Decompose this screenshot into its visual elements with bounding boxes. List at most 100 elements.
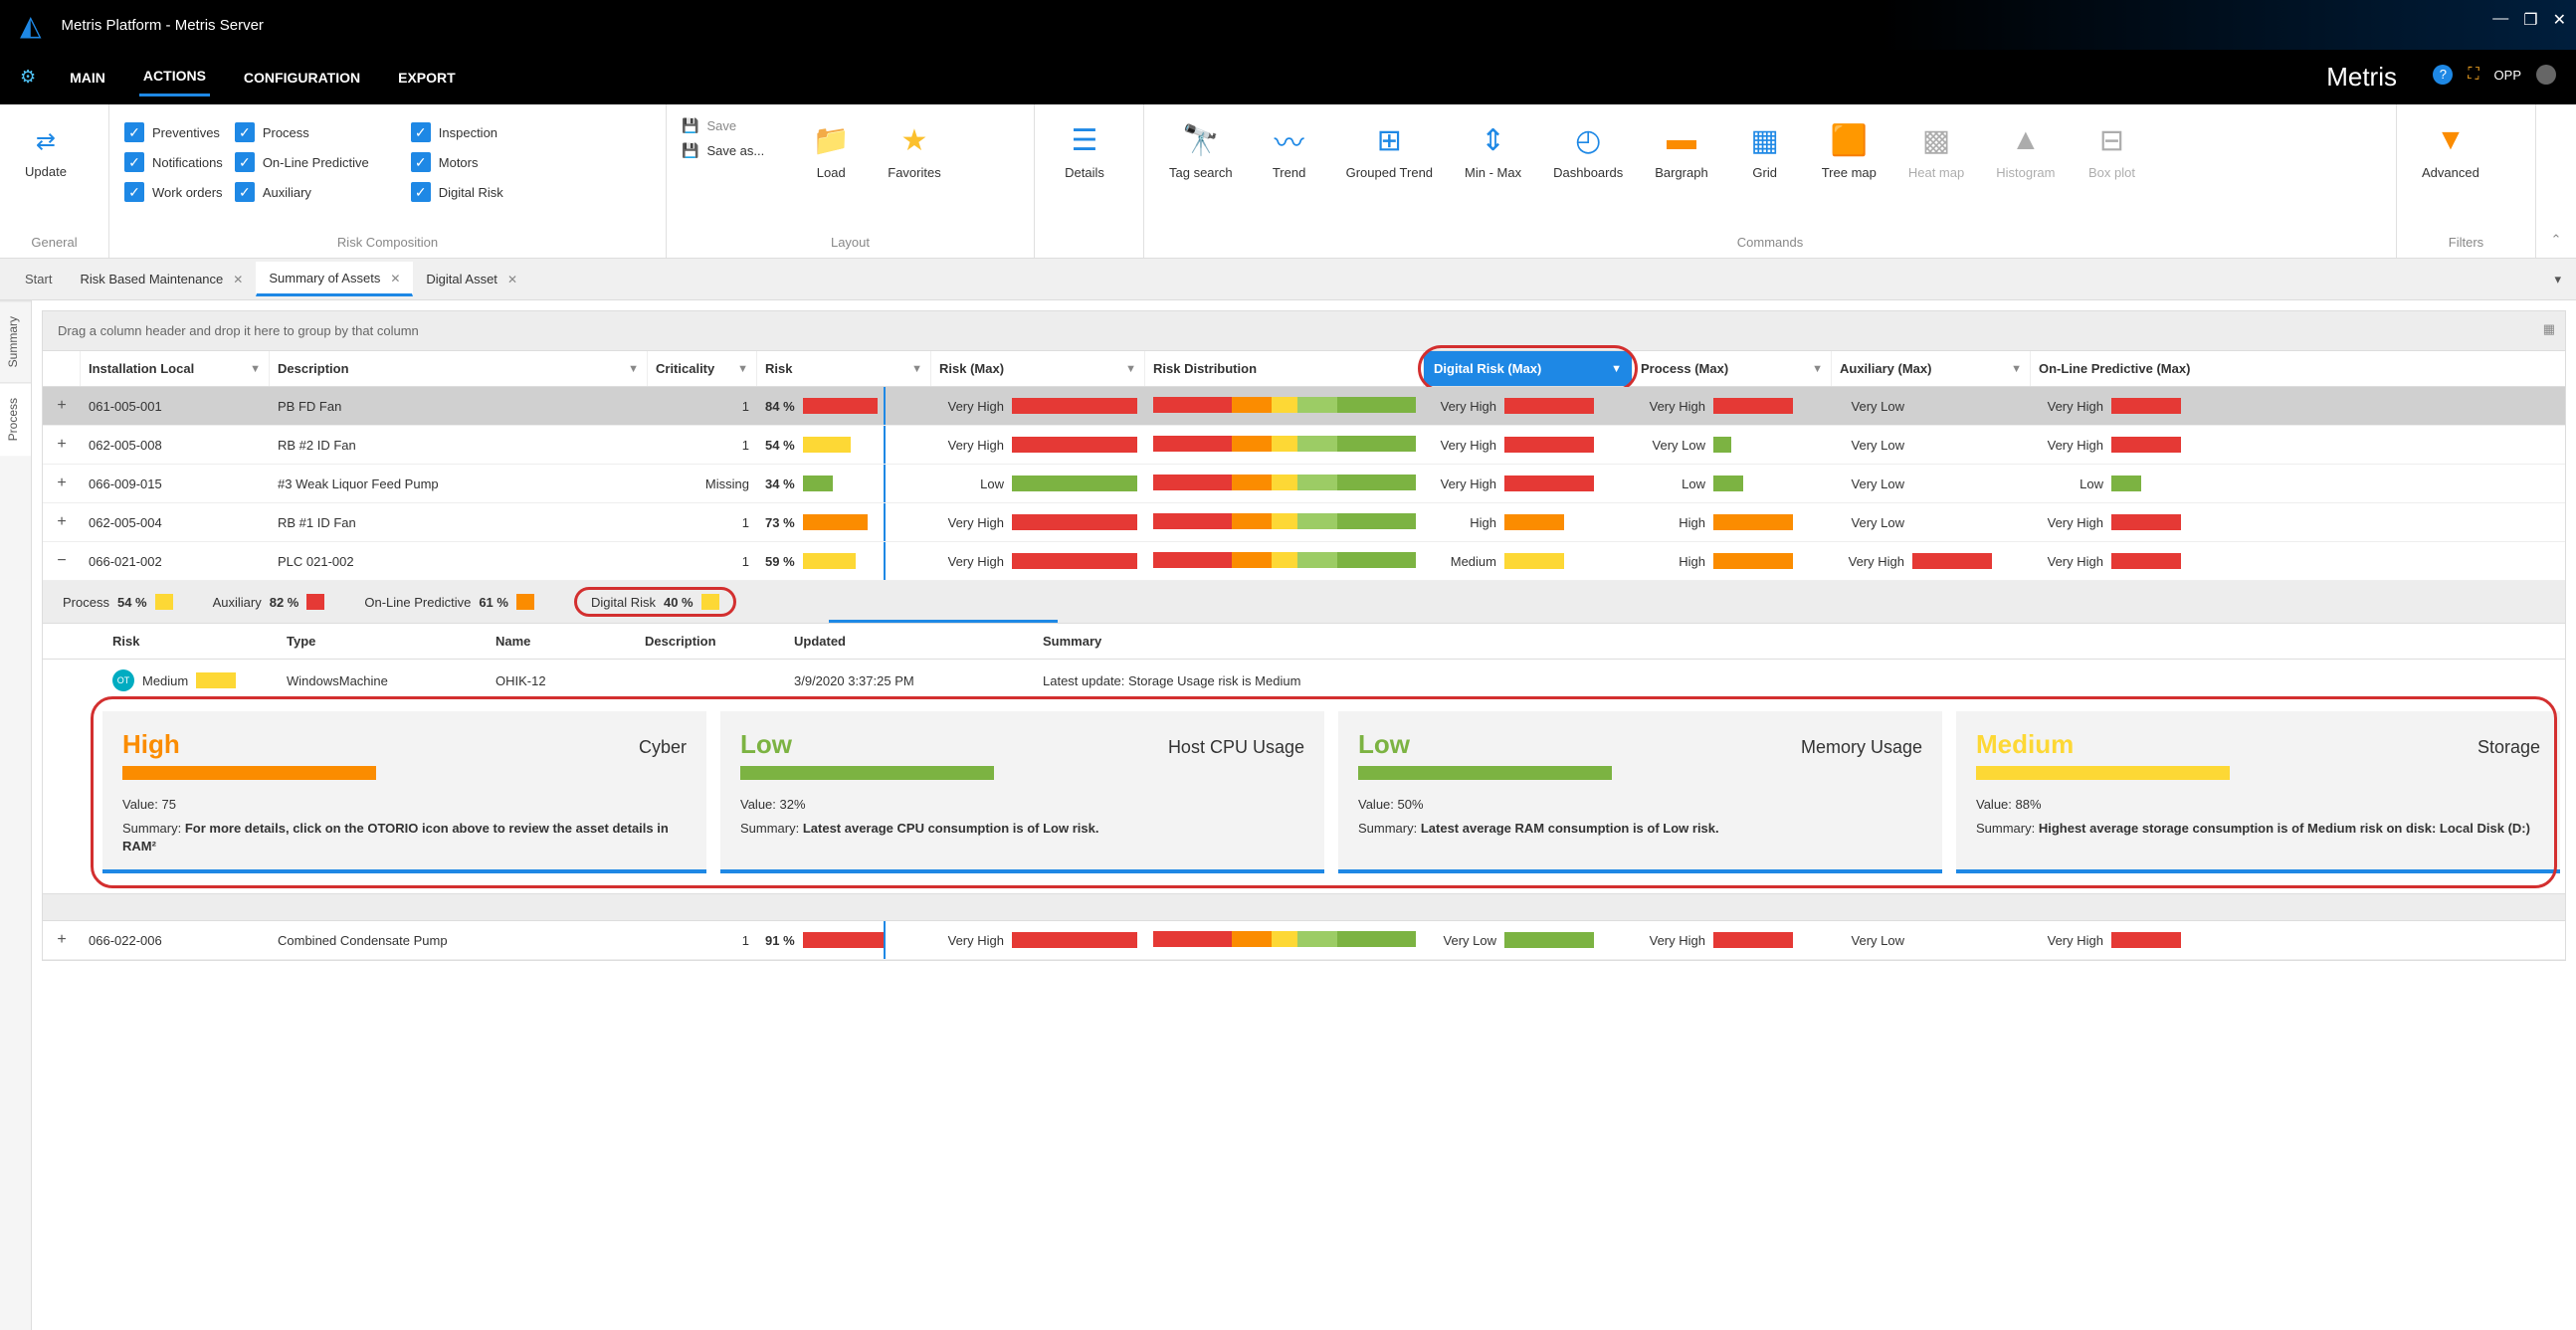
card-summary: Summary: Latest average RAM consumption …	[1358, 820, 1922, 838]
col-risk[interactable]: Risk▼	[757, 351, 931, 386]
risk-card[interactable]: MediumStorage Value: 88% Summary: Highes…	[1956, 711, 2560, 873]
expand-button[interactable]: +	[43, 503, 81, 541]
filter-icon[interactable]: ▼	[1812, 363, 1823, 375]
tab-digital-asset[interactable]: Digital Asset✕	[413, 263, 530, 295]
col-criticality[interactable]: Criticality▼	[648, 351, 757, 386]
trend-button[interactable]: 〰Trend	[1255, 117, 1324, 187]
tab-overflow-button[interactable]: ▾	[2554, 272, 2561, 287]
expand-button[interactable]: +	[43, 426, 81, 464]
check-process[interactable]: ✓Process	[235, 122, 369, 142]
expand-button[interactable]: +	[43, 387, 81, 425]
check-motors[interactable]: ✓Motors	[411, 152, 503, 172]
expand-button[interactable]: +	[43, 921, 81, 959]
help-icon[interactable]: ?	[2433, 65, 2453, 85]
fullscreen-icon[interactable]: ⛶	[2468, 66, 2478, 84]
table-row[interactable]: + 066-022-006 Combined Condensate Pump 1…	[43, 921, 2565, 960]
filter-icon[interactable]: ▼	[737, 363, 748, 375]
tab-close-icon[interactable]: ✕	[233, 273, 243, 286]
tab-start[interactable]: Start	[10, 272, 67, 286]
filter-icon[interactable]: ▼	[911, 363, 922, 375]
check-online-predictive[interactable]: ✓On-Line Predictive	[235, 152, 369, 172]
check-preventives[interactable]: ✓Preventives	[124, 122, 223, 142]
gauge-icon: ◴	[1575, 123, 1601, 157]
expand-button[interactable]: −	[43, 542, 81, 580]
risk-cards: HighCyber Value: 75 Summary: For more de…	[43, 701, 2565, 893]
grid-options-icon[interactable]: ▦	[2543, 321, 2555, 337]
refresh-icon: ⇄	[36, 127, 56, 156]
expand-button[interactable]: +	[43, 465, 81, 502]
heat-map-button[interactable]: ▩Heat map	[1898, 117, 1974, 187]
tab-close-icon[interactable]: ✕	[507, 273, 517, 286]
filter-icon[interactable]: ▼	[1125, 363, 1136, 375]
details-button[interactable]: ☰Details	[1050, 117, 1119, 187]
dcol-updated[interactable]: Updated	[779, 634, 1028, 649]
col-installation-local[interactable]: Installation Local▼	[81, 351, 270, 386]
minimize-button[interactable]: —	[2492, 10, 2508, 30]
col-digital-risk-max[interactable]: Digital Risk (Max)▼	[1424, 351, 1633, 386]
check-notifications[interactable]: ✓Notifications	[124, 152, 223, 172]
min-max-button[interactable]: ⇕Min - Max	[1455, 117, 1531, 187]
table-row[interactable]: + 061-005-001 PB FD Fan 1 84 % Very High…	[43, 387, 2565, 426]
table-row[interactable]: + 062-005-008 RB #2 ID Fan 1 54 % Very H…	[43, 426, 2565, 465]
col-online-predictive-max[interactable]: On-Line Predictive (Max)	[2031, 351, 2260, 386]
check-auxiliary[interactable]: ✓Auxiliary	[235, 182, 369, 202]
tab-close-icon[interactable]: ✕	[390, 272, 400, 285]
risk-card[interactable]: LowMemory Usage Value: 50% Summary: Late…	[1338, 711, 1942, 873]
ribbon-collapse-button[interactable]: ⌃	[2536, 104, 2576, 258]
grouped-trend-button[interactable]: ⊞Grouped Trend	[1336, 117, 1443, 187]
detail-row[interactable]: OTMedium WindowsMachine OHIK-12 3/9/2020…	[43, 660, 2565, 701]
col-risk-max[interactable]: Risk (Max)▼	[931, 351, 1145, 386]
filter-icon[interactable]: ▼	[628, 363, 639, 375]
check-digital-risk[interactable]: ✓Digital Risk	[411, 182, 503, 202]
grid-button[interactable]: ▦Grid	[1730, 117, 1800, 187]
filter-icon[interactable]: ▼	[2011, 363, 2022, 375]
bargraph-button[interactable]: ▬Bargraph	[1645, 117, 1717, 187]
menu-actions[interactable]: ACTIONS	[139, 58, 210, 96]
dcol-name[interactable]: Name	[481, 634, 630, 649]
filter-icon[interactable]: ▼	[250, 363, 261, 375]
col-process-max[interactable]: Process (Max)▼	[1633, 351, 1832, 386]
group-by-bar[interactable]: Drag a column header and drop it here to…	[42, 310, 2566, 351]
save-as-button[interactable]: 💾Save as...	[682, 142, 764, 159]
dcol-description[interactable]: Description	[630, 634, 779, 649]
restore-button[interactable]: ❐	[2523, 10, 2537, 30]
advanced-filters-button[interactable]: ▼Advanced	[2412, 117, 2489, 187]
update-button[interactable]: ⇄ Update	[15, 117, 77, 189]
save-button[interactable]: 💾Save	[682, 117, 764, 134]
dashboards-button[interactable]: ◴Dashboards	[1543, 117, 1633, 187]
col-risk-distribution[interactable]: Risk Distribution	[1145, 351, 1424, 386]
tab-risk-based-maintenance[interactable]: Risk Based Maintenance✕	[67, 263, 256, 295]
cell-install: 062-005-004	[81, 503, 270, 541]
dcol-type[interactable]: Type	[272, 634, 481, 649]
menu-configuration[interactable]: CONFIGURATION	[240, 60, 364, 95]
avatar-icon[interactable]	[2536, 65, 2556, 85]
tag-search-button[interactable]: 🔭Tag search	[1159, 117, 1243, 187]
box-plot-button[interactable]: ⊟Box plot	[2077, 117, 2146, 187]
side-tab-summary[interactable]: Summary	[0, 300, 31, 382]
close-button[interactable]: ✕	[2553, 10, 2566, 30]
risk-card[interactable]: LowHost CPU Usage Value: 32% Summary: La…	[720, 711, 1324, 873]
col-auxiliary-max[interactable]: Auxiliary (Max)▼	[1832, 351, 2031, 386]
load-button[interactable]: 📁Load	[796, 117, 866, 187]
risk-card[interactable]: HighCyber Value: 75 Summary: For more de…	[102, 711, 706, 873]
table-row[interactable]: + 066-009-015 #3 Weak Liquor Feed Pump M…	[43, 465, 2565, 503]
tree-map-button[interactable]: 🟧Tree map	[1812, 117, 1886, 187]
table-row[interactable]: + 062-005-004 RB #1 ID Fan 1 73 % Very H…	[43, 503, 2565, 542]
tab-summary-of-assets[interactable]: Summary of Assets✕	[256, 262, 413, 296]
histogram-button[interactable]: ▲Histogram	[1986, 117, 2065, 187]
favorites-button[interactable]: ★Favorites	[878, 117, 950, 187]
side-tab-process[interactable]: Process	[0, 382, 31, 456]
table-row[interactable]: − 066-021-002 PLC 021-002 1 59 % Very Hi…	[43, 542, 2565, 581]
col-description[interactable]: Description▼	[270, 351, 648, 386]
filter-icon[interactable]: ▼	[1611, 363, 1622, 375]
cell-aux: Very Low	[1832, 387, 2031, 425]
menu-main[interactable]: MAIN	[66, 60, 109, 95]
ot-icon[interactable]: OT	[112, 669, 134, 691]
check-inspection[interactable]: ✓Inspection	[411, 122, 503, 142]
settings-gear-icon[interactable]: ⚙	[20, 67, 36, 88]
menu-export[interactable]: EXPORT	[394, 60, 460, 95]
check-work-orders[interactable]: ✓Work orders	[124, 182, 223, 202]
dcol-summary[interactable]: Summary	[1028, 634, 2565, 649]
cell-dist	[1145, 503, 1424, 541]
dcol-risk[interactable]: Risk	[43, 634, 272, 649]
